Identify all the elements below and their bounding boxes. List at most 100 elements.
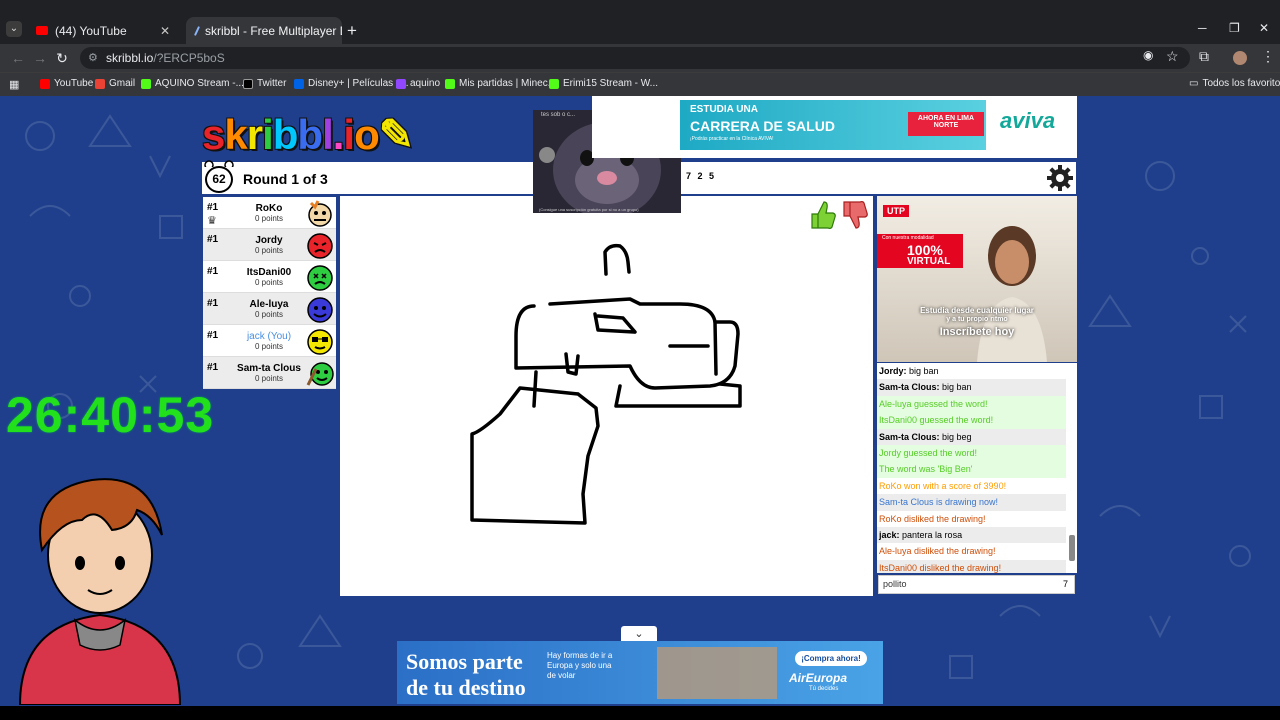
chat-message: Jordy: big ban [879, 366, 939, 376]
player-name: Ale-luya [249, 299, 289, 310]
ad-cta[interactable]: AHORA EN LIMA NORTE [908, 112, 984, 136]
ad-line2: CARRERA DE SALUD [690, 118, 835, 134]
chat-input-value: pollito [883, 579, 907, 589]
bottom-banner-ad[interactable]: Somos parte de tu destino Hay formas de … [397, 641, 883, 704]
ad-line: Estudia desde cualquier lugar [920, 306, 1034, 315]
restore-icon[interactable]: ❐ [1229, 21, 1240, 35]
player-points: 0 points [254, 246, 284, 255]
bookmark-label: Gmail [109, 78, 136, 89]
scrollbar-thumb[interactable] [1069, 535, 1075, 561]
chat-scrollbar[interactable] [1069, 365, 1075, 571]
settings-gear-icon[interactable] [1046, 164, 1074, 192]
url-field[interactable]: ⚙ skribbl.io/?ERCP5boS [80, 47, 1190, 69]
player-points: 0 points [254, 374, 284, 383]
bookmark-star-icon[interactable]: ☆ [1166, 48, 1179, 65]
player-rank: #1 [207, 266, 219, 277]
chat-message: RoKo won with a score of 3990! [879, 480, 1007, 491]
back-icon[interactable]: ← [8, 48, 28, 68]
round-label: Round 1 of 3 [243, 171, 328, 187]
eye-off-icon[interactable]: ◉ [1143, 48, 1153, 62]
browser-tab-strip: ⌄ (44) YouTube ✕ skribbl - Free Multipla… [0, 0, 1280, 44]
webcam-caption-top: tes sob o c... [541, 112, 576, 118]
forward-icon[interactable]: → [30, 48, 50, 68]
player-rank: #1 [207, 298, 219, 309]
profile-avatar[interactable] [1233, 51, 1247, 65]
round-timer: 62 [203, 160, 235, 193]
new-tab-button[interactable]: + [347, 21, 357, 41]
player-rank: #1 [207, 234, 219, 245]
tab-search-icon[interactable]: ⌄ [6, 21, 22, 37]
minimize-icon[interactable]: ─ [1198, 21, 1207, 35]
player-row[interactable]: #1 Sam-ta Clous 0 points [203, 357, 336, 389]
close-tab-icon[interactable]: ✕ [160, 24, 170, 38]
ad-promo-line: Con nuestra modalidad [882, 235, 934, 241]
player-row[interactable]: #1 ItsDani00 0 points [203, 261, 336, 293]
chat-message: Ale-luya guessed the word! [877, 395, 1066, 413]
bookmark-label: Twitter [257, 78, 287, 89]
extensions-icon[interactable]: ⧉ [1199, 48, 1209, 65]
streamer-avatar-illustration [18, 478, 182, 705]
player-name: RoKo [255, 203, 283, 214]
menu-icon[interactable]: ⋮ [1261, 48, 1275, 65]
ad-headline: Somos parte [406, 649, 523, 674]
player-avatar [308, 200, 332, 227]
player-avatar [307, 233, 333, 259]
ad-brand: AirEuropa [789, 671, 848, 685]
player-name: Sam-ta Clous [237, 363, 301, 374]
bookmark-twitter[interactable]: Twitter [243, 78, 286, 89]
collapse-ad-chevron-icon[interactable]: ⌄ [621, 626, 657, 642]
bookmark-label: Erimi15 Stream - W... [563, 78, 659, 89]
chat-log[interactable]: Jordy: big ban Sam-ta Clous: big ban Ale… [877, 363, 1077, 573]
bookmark-disney[interactable]: Disney+ | Películas y... [294, 78, 409, 89]
top-banner-ad[interactable]: ESTUDIA UNA CARRERA DE SALUD ¡Podrás pra… [592, 96, 1077, 158]
player-row[interactable]: #1 Ale-luya 0 points [203, 293, 336, 325]
ad-cta[interactable]: Inscríbete hoy [877, 326, 1077, 338]
player-drawing [470, 243, 742, 525]
side-banner-ad[interactable]: UTP Con nuestra modalidad 100% VIRTUAL E… [877, 196, 1077, 362]
player-rank: #1 [207, 362, 219, 373]
player-name: jack (You) [246, 331, 292, 342]
skribbl-logo: skribbl.io✎ [202, 111, 414, 158]
chat-message: ItsDani00 disliked the drawing! [877, 559, 1066, 573]
tab-youtube[interactable]: (44) YouTube ✕ [26, 17, 180, 44]
player-points: 0 points [254, 310, 284, 319]
all-bookmarks[interactable]: ▭ Todos los favoritos [1189, 78, 1280, 89]
tab-label: skribbl - Free Multiplayer Drawi [205, 23, 342, 38]
ad-brand-sub: Tú decides [809, 686, 839, 692]
player-rank: #1 [207, 330, 219, 341]
ad-line1: ESTUDIA UNA [690, 104, 758, 115]
bookmark-label: Disney+ | Películas y... [308, 78, 409, 89]
site-info-icon[interactable]: ⚙ [88, 47, 98, 69]
bookmarks-bar: ▦ YouTube Gmail AQUINO Stream -... Twitt… [0, 72, 1280, 96]
close-window-icon[interactable]: ✕ [1259, 21, 1269, 35]
chat-message: ItsDani00 guessed the word! [877, 412, 1066, 429]
bookmark-gmail[interactable]: Gmail [95, 78, 135, 89]
dislike-drawing-button[interactable] [840, 200, 868, 230]
ad-cta[interactable]: ¡Compra ahora! [795, 651, 867, 666]
ad-promo-line: VIRTUAL [907, 256, 951, 267]
tab-skribbl[interactable]: skribbl - Free Multiplayer Drawi ✕ [186, 17, 342, 44]
chat-input[interactable]: pollito 7 [878, 575, 1075, 594]
bookmark-aquino-stream[interactable]: AQUINO Stream -... [141, 78, 244, 89]
like-drawing-button[interactable] [808, 200, 836, 230]
ad-line: y a tu propio ritmo [946, 316, 1008, 323]
reload-icon[interactable]: ↻ [52, 48, 72, 68]
apps-icon[interactable]: ▦ [9, 78, 19, 91]
player-row-you[interactable]: #1 jack (You) 0 points [203, 325, 336, 357]
address-bar: ← → ↻ ⚙ skribbl.io/?ERCP5boS ◉ ☆ ⧉ ⋮ [0, 44, 1280, 72]
bookmark-youtube[interactable]: YouTube [40, 78, 93, 89]
crown-icon: ♛ [207, 215, 217, 227]
player-points: 0 points [254, 278, 284, 287]
bookmark-label: Mis partidas | Minec... [459, 78, 557, 89]
player-rank: #1 [207, 202, 219, 213]
player-row[interactable]: #1 ♛ RoKo 0 points [203, 197, 336, 229]
player-row[interactable]: #1 Jordy 0 points [203, 229, 336, 261]
bookmark-erimi15[interactable]: Erimi15 Stream - W... [549, 78, 658, 89]
bookmark-aquino[interactable]: aquino [396, 78, 440, 89]
bookmark-minecraft[interactable]: Mis partidas | Minec... [445, 78, 556, 89]
chat-input-char-count: 7 [1062, 579, 1068, 589]
chat-message: Sam-ta Clous: big beg [877, 428, 1066, 445]
timer-value: 62 [205, 166, 233, 193]
drawing-canvas[interactable] [340, 196, 873, 596]
player-points: 0 points [254, 214, 284, 223]
